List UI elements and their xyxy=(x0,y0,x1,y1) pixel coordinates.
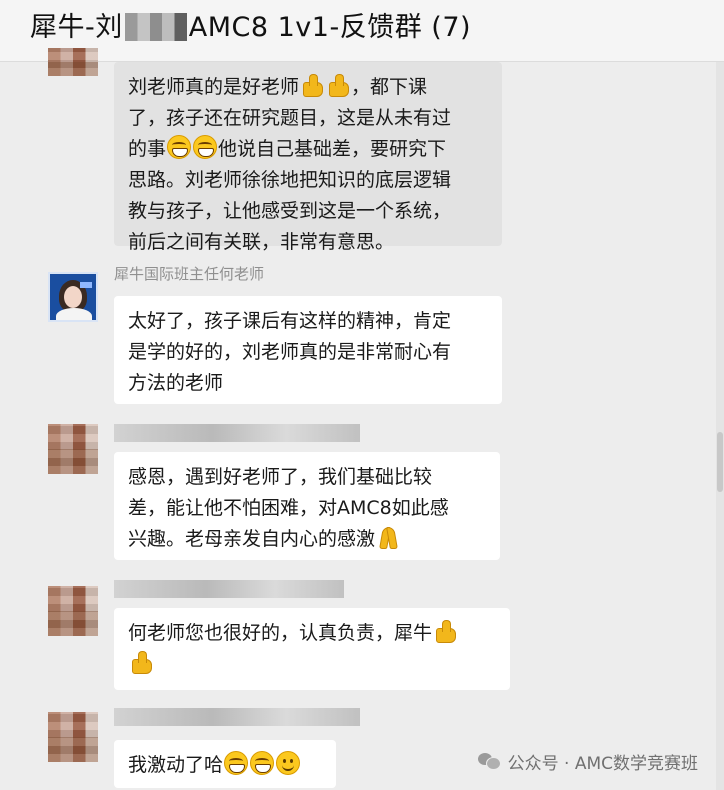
chat-header: 犀牛-刘 AMC8 1v1-反馈群 (7) xyxy=(0,0,724,62)
message-text: ，都下课 xyxy=(351,76,428,98)
message-bubble[interactable]: 何老师您也很好的，认真负责，犀牛 xyxy=(114,608,510,690)
chat-title: 犀牛-刘 AMC8 1v1-反馈群 (7) xyxy=(30,8,471,48)
redacted-sender-name xyxy=(114,580,344,598)
avatar[interactable] xyxy=(48,712,98,762)
message-line: 教与孩子，让他感受到这是一个系统， xyxy=(128,200,452,222)
message-bubble[interactable]: 感恩，遇到好老师了，我们基础比较 差，能让他不怕困难，对AMC8如此感 兴趣。老… xyxy=(114,452,500,560)
avatar[interactable] xyxy=(48,424,98,474)
grinning-face-icon xyxy=(224,751,249,775)
redacted-name-blur xyxy=(124,13,187,41)
wechat-icon xyxy=(477,751,501,771)
thumbs-up-icon xyxy=(129,650,153,674)
watermark: 公众号 · AMC数学竞赛班 xyxy=(477,746,698,776)
message-line: 兴趣。老母亲发自内心的感激 xyxy=(128,524,486,555)
thumbs-up-icon xyxy=(326,73,350,97)
watermark-text: 公众号 · AMC数学竞赛班 xyxy=(507,753,698,774)
folded-hands-icon xyxy=(376,525,400,549)
message-line: 是学的好的，刘老师真的是非常耐心有 xyxy=(128,341,452,363)
message-line xyxy=(128,649,496,680)
grinning-face-icon xyxy=(193,135,218,159)
chat-title-suffix: AMC8 1v1-反馈群 (7) xyxy=(188,12,472,43)
message-bubble[interactable]: 刘老师真的是好老师 ，都下课 了，孩子还在研究题目，这是从未有过 的事 他说自己基础… xyxy=(114,62,502,253)
message-line: 我激动了哈 xyxy=(128,750,322,781)
message-line: 何老师您也很好的，认真负责，犀牛 xyxy=(128,618,496,649)
redacted-sender-name xyxy=(114,708,360,726)
grinning-face-icon xyxy=(167,135,192,159)
avatar-body xyxy=(56,308,92,320)
message-line: 感恩，遇到好老师了，我们基础比较 xyxy=(128,466,433,488)
message-bubble[interactable]: 我激动了哈 xyxy=(114,740,336,788)
avatar-face xyxy=(64,286,82,308)
thumbs-up-icon xyxy=(433,619,457,643)
message-line: 刘老师真的是好老师 ，都下课 xyxy=(128,72,488,103)
scrollbar-thumb[interactable] xyxy=(717,432,723,492)
message-line: 的事 他说自己基础差，要研究下 xyxy=(128,134,488,165)
message-text: 何老师您也很好的，认真负责，犀牛 xyxy=(128,622,433,644)
message-text: 兴趣。老母亲发自内心的感激 xyxy=(128,528,376,550)
chat-title-prefix: 犀牛-刘 xyxy=(30,12,123,43)
avatar[interactable] xyxy=(48,48,98,76)
message-text: 我激动了哈 xyxy=(128,754,224,776)
chat-scrollbar[interactable] xyxy=(716,62,724,790)
sender-name: 犀牛国际班主任何老师 xyxy=(114,265,265,283)
avatar[interactable] xyxy=(48,272,98,322)
avatar[interactable] xyxy=(48,586,98,636)
message-line: 了，孩子还在研究题目，这是从未有过 xyxy=(128,107,452,129)
message-line: 思路。刘老师徐徐地把知识的底层逻辑 xyxy=(128,169,452,191)
message-text: 的事 xyxy=(128,138,167,160)
redacted-sender-name xyxy=(114,424,360,442)
message-line: 太好了，孩子课后有这样的精神，肯定 xyxy=(128,310,452,332)
message-text: 刘老师真的是好老师 xyxy=(128,76,300,98)
message-line: 方法的老师 xyxy=(128,372,224,394)
message-line: 前后之间有关联，非常有意思。 xyxy=(128,231,395,253)
smiling-face-icon xyxy=(276,751,301,775)
avatar-badge xyxy=(80,282,92,288)
message-bubble[interactable]: 太好了，孩子课后有这样的精神，肯定 是学的好的，刘老师真的是非常耐心有 方法的老… xyxy=(114,296,502,404)
message-line: 差，能让他不怕困难，对AMC8如此感 xyxy=(128,497,449,519)
grinning-face-icon xyxy=(250,751,275,775)
thumbs-up-icon xyxy=(300,73,324,97)
message-text: 他说自己基础差，要研究下 xyxy=(218,138,447,160)
